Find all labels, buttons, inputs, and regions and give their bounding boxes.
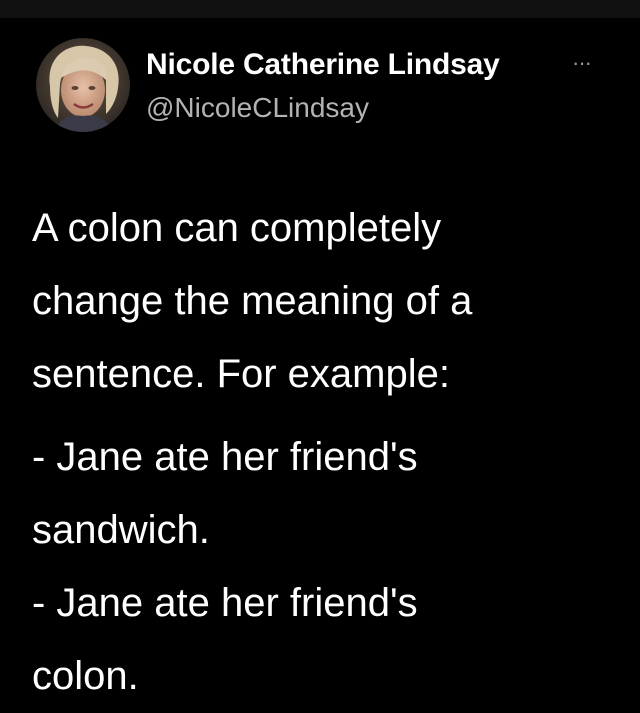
tweet-body: A colon can completely change the meanin… bbox=[32, 192, 622, 713]
avatar[interactable] bbox=[36, 38, 130, 132]
example-line: colon. bbox=[32, 654, 139, 698]
author-name[interactable]: Nicole Catherine Lindsay bbox=[146, 48, 500, 82]
tweet-intro-text: A colon can completely change the meanin… bbox=[32, 206, 473, 396]
tweet-card: Nicole Catherine Lindsay ··· @NicoleCLin… bbox=[0, 18, 640, 702]
top-status-strip bbox=[0, 0, 640, 18]
author-handle[interactable]: @NicoleCLindsay bbox=[146, 92, 369, 124]
example-line: sandwich. bbox=[32, 508, 210, 552]
example-line: - Jane ate her friend's bbox=[32, 581, 418, 625]
more-options-icon[interactable]: ··· bbox=[572, 50, 592, 76]
example-line: - Jane ate her friend's bbox=[32, 435, 418, 479]
